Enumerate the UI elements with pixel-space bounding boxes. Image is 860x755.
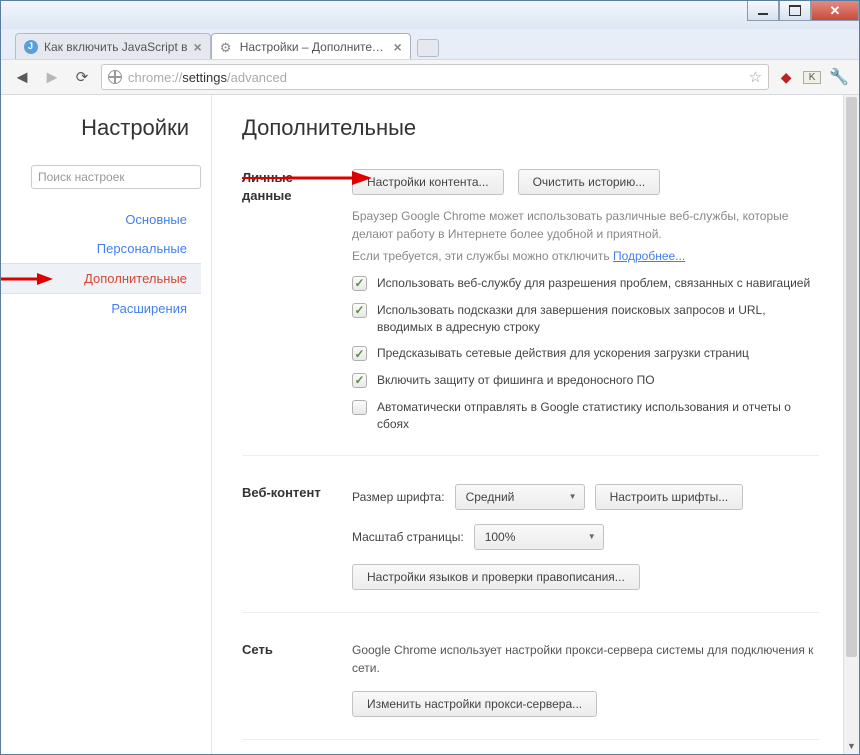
- content-settings-button[interactable]: Настройки контента...: [352, 169, 504, 195]
- tab-strip: Как включить JavaScript в × Настройки – …: [1, 29, 859, 59]
- kaspersky-k-icon[interactable]: K: [803, 71, 821, 84]
- bookmark-star-icon[interactable]: ☆: [749, 68, 762, 86]
- tab-close-icon[interactable]: ×: [394, 39, 402, 55]
- section-label: Сеть: [242, 642, 273, 657]
- sidebar-title: Настройки: [1, 115, 201, 141]
- privacy-desc2: Если требуется, эти службы можно отключи…: [352, 247, 819, 265]
- search-placeholder: Поиск настроек: [38, 170, 125, 184]
- privacy-checkbox-row: Использовать веб-службу для разрешения п…: [352, 275, 819, 292]
- proxy-settings-button[interactable]: Изменить настройки прокси-сервера...: [352, 691, 597, 717]
- section-label: данные: [242, 188, 292, 203]
- sidebar-item-extensions[interactable]: Расширения: [1, 294, 201, 323]
- sidebar-item-advanced[interactable]: Дополнительные: [1, 263, 201, 294]
- page-title: Дополнительные: [242, 115, 819, 141]
- tab-close-icon[interactable]: ×: [194, 39, 202, 55]
- privacy-checkbox-1[interactable]: [352, 303, 367, 318]
- favicon-icon: [220, 40, 234, 54]
- privacy-checkbox-row: Включить защиту от фишинга и вредоносног…: [352, 372, 819, 389]
- tab-title: Настройки – Дополнительн: [240, 40, 388, 54]
- close-button[interactable]: ✕: [811, 1, 859, 21]
- window-controls: ✕: [747, 1, 859, 21]
- vertical-scrollbar[interactable]: ▲ ▼: [843, 95, 859, 754]
- content-area: Настройки Поиск настроек Основные Персон…: [1, 95, 859, 754]
- titlebar: ✕: [1, 1, 859, 29]
- font-size-select[interactable]: Средний: [455, 484, 585, 510]
- window-frame: ✕ Как включить JavaScript в × Настройки …: [0, 0, 860, 755]
- scroll-down-icon[interactable]: ▼: [844, 738, 859, 754]
- customize-fonts-button[interactable]: Настроить шрифты...: [595, 484, 744, 510]
- red-arrow-icon: [282, 171, 372, 185]
- sidebar-item-personal[interactable]: Персональные: [1, 234, 201, 263]
- language-settings-button[interactable]: Настройки языков и проверки правописания…: [352, 564, 640, 590]
- tab-title: Как включить JavaScript в: [44, 40, 188, 54]
- section-privacy: Личные данные Настройки контента... Очис…: [242, 169, 819, 456]
- back-button[interactable]: ◄: [11, 66, 33, 88]
- scrollbar-thumb[interactable]: [846, 97, 857, 657]
- clear-history-button[interactable]: Очистить историю...: [518, 169, 661, 195]
- section-web-content: Веб-контент Размер шрифта: Средний Настр…: [242, 484, 819, 613]
- learn-more-link[interactable]: Подробнее...: [613, 249, 685, 263]
- privacy-checkbox-label: Использовать веб-службу для разрешения п…: [377, 275, 810, 292]
- toolbar: ◄ ► ⟳ chrome://settings/advanced ☆ ◆ K 🔧: [1, 59, 859, 95]
- network-desc: Google Chrome использует настройки прокс…: [352, 641, 819, 677]
- privacy-checkbox-0[interactable]: [352, 276, 367, 291]
- page-zoom-select[interactable]: 100%: [474, 524, 604, 550]
- new-tab-button[interactable]: [417, 39, 439, 57]
- maximize-button[interactable]: [779, 1, 811, 21]
- minimize-button[interactable]: [747, 1, 779, 21]
- kaspersky-shield-icon[interactable]: ◆: [777, 69, 795, 86]
- url-text: chrome://settings/advanced: [128, 70, 287, 85]
- red-arrow-icon: [1, 272, 53, 286]
- privacy-checkbox-2[interactable]: [352, 346, 367, 361]
- browser-tab-1[interactable]: Настройки – Дополнительн ×: [211, 33, 411, 59]
- privacy-checkbox-4[interactable]: [352, 400, 367, 415]
- browser-tab-0[interactable]: Как включить JavaScript в ×: [15, 33, 211, 59]
- settings-sidebar: Настройки Поиск настроек Основные Персон…: [1, 95, 211, 754]
- privacy-checkbox-row: Автоматически отправлять в Google статис…: [352, 399, 819, 433]
- forward-button[interactable]: ►: [41, 66, 63, 88]
- address-bar[interactable]: chrome://settings/advanced ☆: [101, 64, 769, 90]
- sidebar-item-basic[interactable]: Основные: [1, 205, 201, 234]
- reload-button[interactable]: ⟳: [71, 66, 93, 88]
- page-zoom-label: Масштаб страницы:: [352, 530, 464, 544]
- privacy-checkbox-label: Включить защиту от фишинга и вредоносног…: [377, 372, 655, 389]
- wrench-menu-icon[interactable]: 🔧: [829, 67, 849, 87]
- privacy-checkbox-label: Использовать подсказки для завершения по…: [377, 302, 819, 336]
- favicon-icon: [24, 40, 38, 54]
- globe-icon: [108, 70, 122, 84]
- section-network: Сеть Google Chrome использует настройки …: [242, 641, 819, 740]
- privacy-checkbox-row: Использовать подсказки для завершения по…: [352, 302, 819, 336]
- privacy-checkbox-row: Предсказывать сетевые действия для ускор…: [352, 345, 819, 362]
- privacy-checkbox-3[interactable]: [352, 373, 367, 388]
- sidebar-item-label: Дополнительные: [84, 271, 187, 286]
- section-label: Веб-контент: [242, 485, 321, 500]
- privacy-checkbox-label: Предсказывать сетевые действия для ускор…: [377, 345, 749, 362]
- font-size-label: Размер шрифта:: [352, 490, 445, 504]
- privacy-desc: Браузер Google Chrome может использовать…: [352, 207, 819, 243]
- search-settings-input[interactable]: Поиск настроек: [31, 165, 201, 189]
- settings-main: Дополнительные Личные данные Настройки к…: [212, 95, 843, 754]
- privacy-checkbox-label: Автоматически отправлять в Google статис…: [377, 399, 819, 433]
